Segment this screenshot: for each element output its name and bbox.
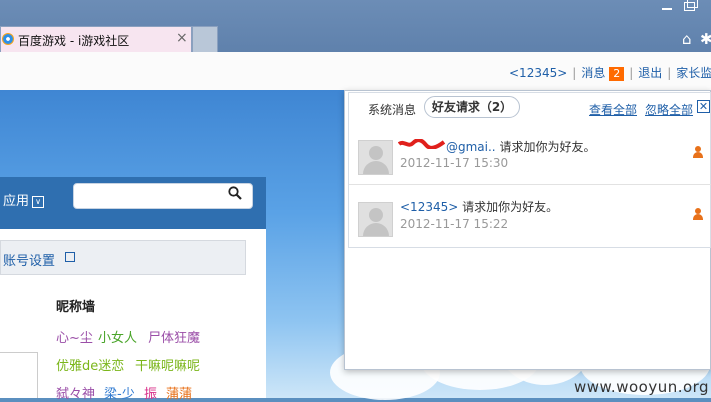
- restore-icon[interactable]: [684, 0, 698, 11]
- nav-separator: |: [629, 66, 634, 80]
- watermark: www.wooyun.org: [574, 378, 710, 396]
- request-sender[interactable]: <12345>: [400, 200, 458, 214]
- parental-control-link[interactable]: 家长监: [676, 66, 711, 80]
- tab-title: 百度游戏 - i游戏社区: [18, 34, 130, 48]
- ignore-all-link[interactable]: 忽略全部: [645, 101, 693, 118]
- request-time: 2012-11-17 15:30: [400, 156, 509, 170]
- baidu-favicon-icon: [2, 33, 14, 45]
- nick-link[interactable]: 梁-少: [104, 383, 135, 402]
- minimize-icon[interactable]: [662, 8, 672, 10]
- add-friend-icon[interactable]: [692, 208, 704, 220]
- tab-system-messages[interactable]: 系统消息: [368, 101, 416, 118]
- account-settings-link[interactable]: 账号设置: [3, 250, 55, 269]
- new-tab-button[interactable]: [192, 26, 218, 52]
- apps-label: 应用: [3, 194, 30, 209]
- logout-link[interactable]: 退出: [638, 66, 662, 80]
- add-friend-icon[interactable]: [692, 146, 704, 158]
- nick-link[interactable]: 弑々神: [56, 383, 95, 402]
- nick-link[interactable]: 蒲蒲: [166, 383, 192, 402]
- tab-close-icon[interactable]: ×: [176, 30, 188, 46]
- external-link-icon: [65, 252, 75, 262]
- content-frame-line: [0, 352, 38, 398]
- nav-separator: |: [572, 66, 577, 80]
- tab-friend-requests[interactable]: 好友请求（2）: [424, 96, 520, 118]
- username-link[interactable]: <12345>: [509, 66, 567, 80]
- browser-tab[interactable]: 百度游戏 - i游戏社区 ×: [0, 26, 192, 52]
- avatar: [358, 202, 393, 237]
- search-icon[interactable]: [228, 186, 242, 200]
- view-all-link[interactable]: 查看全部: [589, 101, 637, 118]
- nick-link[interactable]: 心~尘: [56, 327, 93, 346]
- nav-separator: |: [667, 66, 672, 80]
- account-settings-bar[interactable]: 账号设置: [0, 240, 246, 275]
- nick-link[interactable]: 小女人: [98, 327, 137, 346]
- search-input[interactable]: [73, 183, 253, 209]
- avatar: [358, 140, 393, 175]
- messages-link[interactable]: 消息: [581, 66, 605, 80]
- message-count-badge[interactable]: 2: [609, 67, 625, 81]
- settings-icon[interactable]: ✱: [700, 30, 711, 48]
- chevron-down-icon: ∨: [32, 196, 45, 208]
- nick-wall-title: 昵称墙: [56, 300, 96, 315]
- nick-link[interactable]: 振: [144, 383, 157, 402]
- apps-menu[interactable]: 应用 ∨: [3, 190, 45, 209]
- redaction-scribble: [398, 139, 446, 149]
- close-icon[interactable]: ✕: [697, 100, 710, 113]
- nick-link[interactable]: 优雅de迷恋: [56, 355, 124, 374]
- user-nav-bar: <12345> | 消息 2 | 退出 | 家长监: [0, 52, 711, 91]
- request-sender[interactable]: @gmai..: [446, 140, 496, 154]
- home-icon[interactable]: ⌂: [682, 30, 692, 48]
- nick-link[interactable]: 尸体狂魔: [148, 327, 200, 346]
- request-text: 请求加你为好友。: [495, 140, 596, 154]
- request-text: 请求加你为好友。: [458, 200, 559, 214]
- list-divider: [349, 184, 711, 185]
- request-time: 2012-11-17 15:22: [400, 217, 509, 231]
- nick-link[interactable]: 干嘛呢嘛呢: [135, 355, 200, 374]
